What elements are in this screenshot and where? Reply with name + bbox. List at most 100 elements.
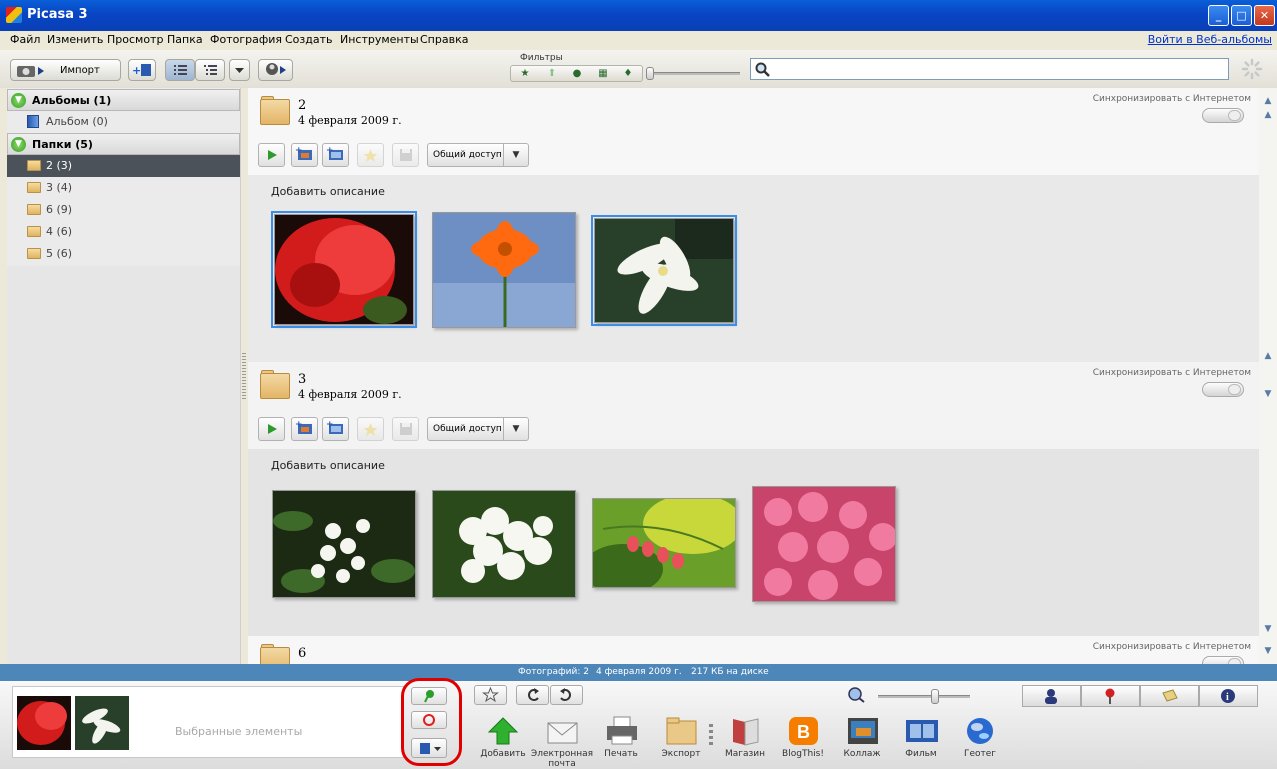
tags-panel-button[interactable] <box>1140 685 1199 707</box>
scroll-down-icon[interactable]: ▼ <box>1261 387 1275 401</box>
sync-toggle[interactable] <box>1202 656 1244 664</box>
star-button[interactable] <box>474 685 507 705</box>
people-manager-button[interactable] <box>258 59 293 81</box>
rotate-left-icon <box>528 688 539 701</box>
add-to-album-button[interactable]: + <box>128 59 156 81</box>
date-filter-slider[interactable] <box>646 67 740 80</box>
scroll-down-icon[interactable]: ▼ <box>1261 622 1275 636</box>
photo-thumbnail[interactable] <box>591 215 737 326</box>
menu-view[interactable]: Просмотр <box>107 33 163 46</box>
add-to-collage-button[interactable]: + <box>291 417 318 441</box>
slider-knob[interactable] <box>646 67 654 80</box>
folder-title[interactable]: 3 <box>298 372 306 387</box>
album-item[interactable]: Альбом (0) <box>7 111 240 133</box>
sync-label: Синхронизировать с Интернетом <box>1092 368 1251 378</box>
folder-date[interactable]: 4 февраля 2009 г. <box>298 388 402 401</box>
tree-view-button[interactable] <box>195 59 225 81</box>
chevron-down-icon[interactable]: ▼ <box>503 144 528 166</box>
scroll-bottom-icon[interactable]: ▼ <box>1261 644 1275 658</box>
add-description-field[interactable]: Добавить описание <box>271 459 385 472</box>
geotag-action[interactable]: Геотег <box>945 716 1015 766</box>
collapse-toggle-icon[interactable]: ▼ <box>11 93 26 108</box>
search-field[interactable] <box>750 58 1229 80</box>
menu-create[interactable]: Создать <box>285 33 333 46</box>
folder-item[interactable]: 6 (9) <box>7 199 240 221</box>
library-view: 2 4 февраля 2009 г. Синхронизировать с И… <box>248 88 1259 664</box>
share-button[interactable]: Общий доступ ▼ <box>427 417 529 441</box>
faces-filter-icon[interactable]: ● <box>571 68 583 80</box>
sync-toggle[interactable] <box>1202 108 1244 123</box>
star-outline-icon <box>482 686 499 703</box>
add-description-field[interactable]: Добавить описание <box>271 185 385 198</box>
photo-thumbnail[interactable] <box>271 211 417 328</box>
properties-panel-button[interactable]: i <box>1199 685 1258 707</box>
star-button[interactable] <box>357 417 384 441</box>
uploaded-filter-icon[interactable]: ⬆ <box>546 68 558 80</box>
add-to-collage-button[interactable]: + <box>291 143 318 167</box>
add-to-movie-button[interactable]: + <box>322 417 349 441</box>
folder-item[interactable]: 4 (6) <box>7 221 240 243</box>
album-item-label: Альбом (0) <box>46 115 108 128</box>
blogger-icon: B <box>789 717 818 745</box>
menu-file[interactable]: Файл <box>10 33 40 46</box>
menu-folder[interactable]: Папка <box>167 33 203 46</box>
albums-section-header[interactable]: ▼ Альбомы (1) <box>7 89 240 111</box>
menu-photo[interactable]: Фотография <box>210 33 282 46</box>
thumbnail-size-slider[interactable] <box>878 689 970 704</box>
scroll-up-icon[interactable]: ▲ <box>1261 349 1275 363</box>
folders-header-label: Папки (5) <box>32 138 93 151</box>
scroll-top-icon[interactable]: ▲ <box>1261 94 1275 108</box>
folder-title[interactable]: 2 <box>298 98 306 113</box>
menu-edit[interactable]: Изменить <box>47 33 103 46</box>
import-button[interactable]: Импорт <box>10 59 121 81</box>
minimize-button[interactable]: _ <box>1208 5 1229 26</box>
web-albums-link[interactable]: Войти в Веб-альбомы <box>1148 33 1272 46</box>
rotate-right-button[interactable] <box>550 685 583 705</box>
svg-text:+: + <box>132 64 141 77</box>
sync-toggle[interactable] <box>1202 382 1244 397</box>
svg-text:+: + <box>326 420 334 430</box>
starred-filter-icon[interactable]: ★ <box>519 68 531 80</box>
export-action[interactable]: Экспорт <box>646 716 716 766</box>
menu-help[interactable]: Справка <box>420 33 468 46</box>
rotate-left-button[interactable] <box>516 685 549 705</box>
scroll-up-icon[interactable]: ▲ <box>1261 108 1275 122</box>
save-button[interactable] <box>392 143 419 167</box>
list-view-icon <box>174 65 187 75</box>
photo-thumbnail[interactable] <box>432 490 576 598</box>
view-options-dropdown[interactable] <box>229 59 250 81</box>
photo-thumbnail[interactable] <box>272 490 416 598</box>
folders-section-header[interactable]: ▼ Папки (5) <box>7 133 240 155</box>
save-button[interactable] <box>392 417 419 441</box>
close-button[interactable]: ✕ <box>1254 5 1275 26</box>
star-button[interactable] <box>357 143 384 167</box>
folder-date[interactable]: 4 февраля 2009 г. <box>298 114 402 127</box>
red-highlight-annotation <box>401 678 462 766</box>
slideshow-button[interactable] <box>258 417 285 441</box>
folder-item[interactable]: 5 (6) <box>7 243 240 265</box>
share-button[interactable]: Общий доступ ▼ <box>427 143 529 167</box>
vertical-scrollbar[interactable]: ▲ ▲ ▲ ▼ ▼ ▼ <box>1259 88 1277 664</box>
people-panel-button[interactable] <box>1022 685 1081 707</box>
maximize-button[interactable]: □ <box>1231 5 1252 26</box>
photo-thumbnail[interactable] <box>752 486 896 602</box>
splitter-grip[interactable] <box>242 353 246 399</box>
geotag-filter-icon[interactable]: ♦ <box>622 68 634 80</box>
list-view-button[interactable] <box>165 59 195 81</box>
menu-tools[interactable]: Инструменты <box>340 33 419 46</box>
photo-thumbnail[interactable] <box>432 212 576 328</box>
collapse-toggle-icon[interactable]: ▼ <box>11 137 26 152</box>
tray-thumbnail[interactable] <box>17 696 71 750</box>
video-filter-icon[interactable]: ▦ <box>597 68 609 80</box>
tray-thumbnail[interactable] <box>75 696 129 750</box>
pane-splitter[interactable] <box>241 88 248 664</box>
folder-item[interactable]: 3 (4) <box>7 177 240 199</box>
photo-thumbnail[interactable] <box>592 498 736 588</box>
places-panel-button[interactable] <box>1081 685 1140 707</box>
slider-knob[interactable] <box>931 689 939 704</box>
add-to-movie-button[interactable]: + <box>322 143 349 167</box>
chevron-down-icon[interactable]: ▼ <box>503 418 528 440</box>
folder-item[interactable]: 2 (3) <box>7 155 240 177</box>
folder-title[interactable]: 6 <box>298 646 306 661</box>
slideshow-button[interactable] <box>258 143 285 167</box>
